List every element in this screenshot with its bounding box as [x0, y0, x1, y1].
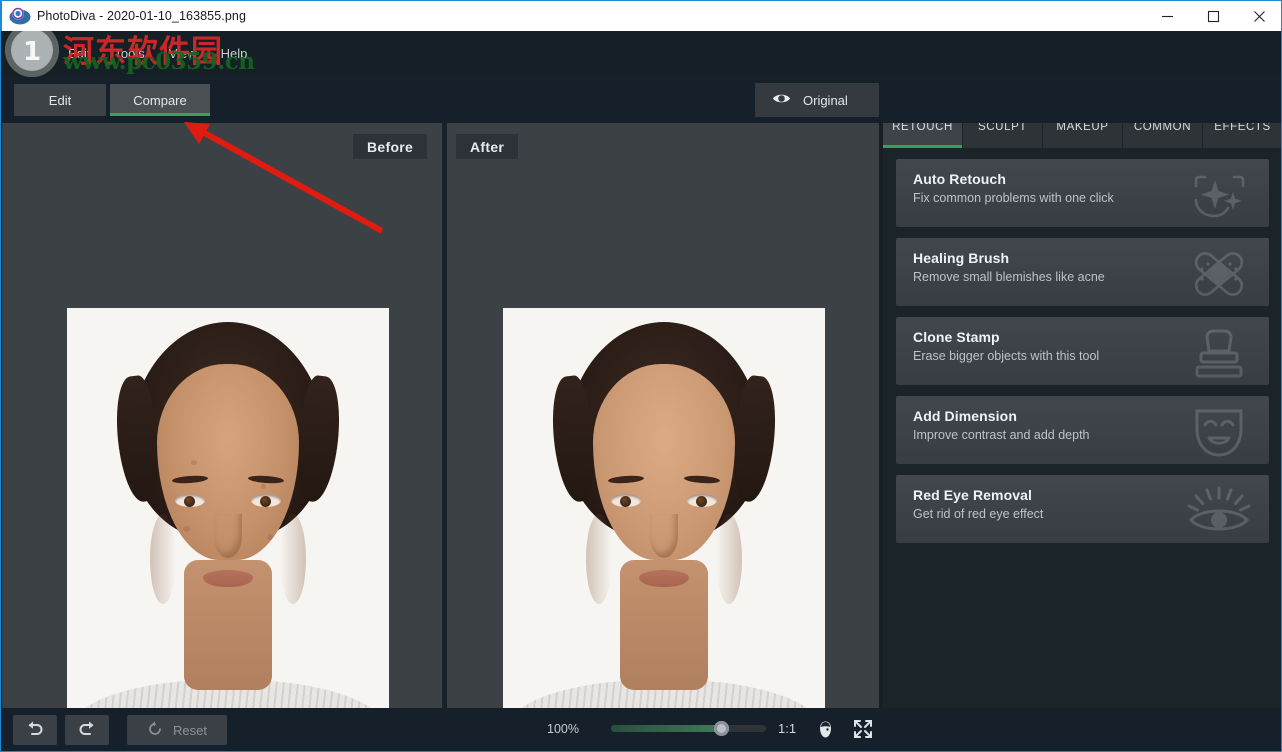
- stamp-icon: [1183, 325, 1255, 381]
- maximize-button[interactable]: [1190, 1, 1236, 32]
- undo-arrow-icon: [25, 720, 45, 741]
- undo-button[interactable]: [13, 715, 57, 745]
- after-label: After: [456, 134, 518, 159]
- compare-canvas[interactable]: [2, 123, 879, 708]
- reset-circular-arrow-icon: [147, 721, 163, 740]
- zoom-slider-knob[interactable]: [714, 721, 729, 736]
- show-original-label: Original: [803, 93, 848, 108]
- photodiva-icon: [9, 5, 31, 27]
- expand-fullscreen-icon[interactable]: [851, 718, 875, 740]
- minimize-button[interactable]: [1144, 1, 1190, 32]
- bandage-icon: [1183, 246, 1255, 302]
- title-bar: PhotoDiva - 2020-01-10_163855.png: [1, 0, 1282, 31]
- retouch-tool-list: Auto Retouch Fix common problems with on…: [883, 148, 1282, 543]
- redo-arrow-icon: [77, 720, 97, 741]
- tool-red-eye-removal[interactable]: Red Eye Removal Get rid of red eye effec…: [896, 475, 1269, 543]
- reset-button-label: Reset: [173, 723, 207, 738]
- zoom-slider[interactable]: [611, 725, 766, 732]
- compare-mode-button[interactable]: Compare: [110, 84, 210, 116]
- edit-mode-button[interactable]: Edit: [14, 84, 106, 116]
- window-title: PhotoDiva - 2020-01-10_163855.png: [37, 9, 246, 23]
- before-photo[interactable]: [67, 308, 389, 752]
- smiling-mask-icon: [1183, 404, 1255, 460]
- redo-button[interactable]: [65, 715, 109, 745]
- eye-icon: [772, 92, 791, 108]
- before-label: Before: [353, 134, 427, 159]
- after-photo[interactable]: [503, 308, 825, 752]
- face-portrait-icon[interactable]: [813, 718, 837, 740]
- photodiva-window: PhotoDiva - 2020-01-10_163855.png File E…: [0, 0, 1282, 752]
- window-controls: [1144, 1, 1282, 32]
- menu-item-file[interactable]: File: [11, 42, 56, 65]
- tools-panel: RETOUCH SCULPT: [883, 75, 1282, 708]
- zoom-level-label: 100%: [547, 722, 579, 736]
- menu-item-help[interactable]: Help: [209, 42, 260, 65]
- reset-button[interactable]: Reset: [127, 715, 227, 745]
- menu-item-edit[interactable]: Edit: [56, 42, 102, 65]
- actual-size-button[interactable]: 1:1: [778, 721, 796, 736]
- before-face-illustration: [67, 308, 389, 752]
- tool-clone-stamp[interactable]: Clone Stamp Erase bigger objects with th…: [896, 317, 1269, 385]
- zoom-slider-fill: [611, 725, 721, 732]
- mode-toolbar: Edit Compare: [2, 75, 1282, 123]
- tool-healing-brush[interactable]: Healing Brush Remove small blemishes lik…: [896, 238, 1269, 306]
- compare-pane-divider[interactable]: [442, 123, 447, 708]
- show-original-button[interactable]: Original: [755, 83, 879, 117]
- after-face-illustration: [503, 308, 825, 752]
- eye-rays-icon: [1183, 483, 1255, 539]
- menu-item-view[interactable]: View: [157, 42, 209, 65]
- menu-item-tools[interactable]: Tools: [102, 42, 156, 65]
- close-button[interactable]: [1236, 1, 1282, 32]
- tool-add-dimension[interactable]: Add Dimension Improve contrast and add d…: [896, 396, 1269, 464]
- menu-bar: File Edit Tools View Help: [2, 31, 1282, 75]
- menu-items: File Edit Tools View Help: [2, 42, 259, 65]
- face-sparkle-icon: [1183, 167, 1255, 223]
- tool-auto-retouch[interactable]: Auto Retouch Fix common problems with on…: [896, 159, 1269, 227]
